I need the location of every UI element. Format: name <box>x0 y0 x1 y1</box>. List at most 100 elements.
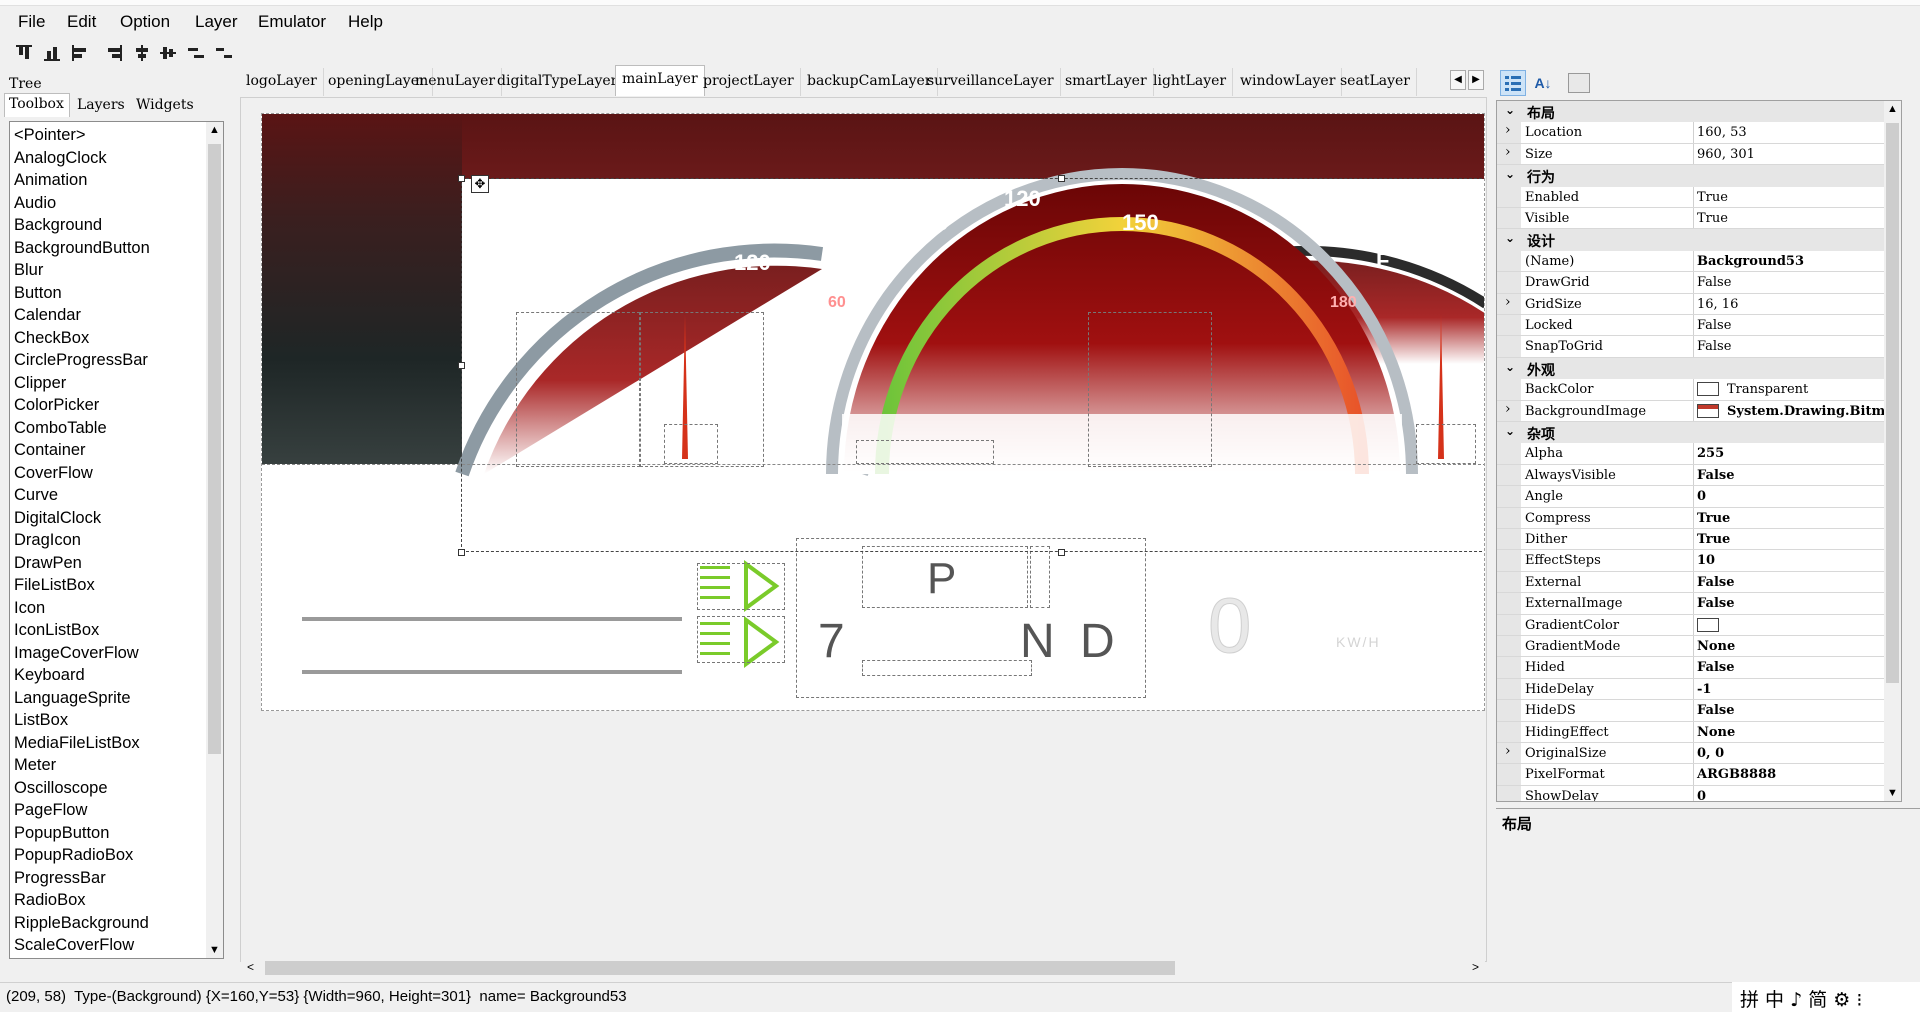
property-value[interactable]: False <box>1697 275 1731 290</box>
column-divider[interactable] <box>1693 464 1694 486</box>
prop-scroll-up-icon[interactable]: ▲ <box>1887 103 1898 115</box>
design-surface[interactable]: 90 120 150 120 60 180 F P 7 N D 0 KW/H ✥ <box>261 113 1485 711</box>
expand-chevron-icon[interactable]: › <box>1497 122 1521 143</box>
property-value[interactable]: False <box>1697 660 1734 675</box>
property-row[interactable]: › OriginalSize 0, 0 <box>1497 743 1901 765</box>
toolbox-item[interactable]: DrawPen <box>14 552 82 574</box>
layer-tab-mainLayer[interactable]: mainLayer <box>615 65 705 96</box>
layer-tab-windowLayer[interactable]: windowLayer <box>1234 68 1343 96</box>
layer-tab-logoLayer[interactable]: logoLayer <box>240 68 324 96</box>
toolbox-item[interactable]: BackgroundButton <box>14 237 150 259</box>
column-divider[interactable] <box>1693 400 1694 421</box>
property-row[interactable]: BackColor Transparent <box>1497 379 1901 401</box>
menu-option[interactable]: Option <box>120 12 170 32</box>
column-divider[interactable] <box>1693 293 1694 314</box>
toolbox-item[interactable]: Keyboard <box>14 664 85 686</box>
column-divider[interactable] <box>1693 315 1694 336</box>
toolbox-item[interactable]: Background <box>14 214 102 236</box>
tab-layers[interactable]: Layers <box>77 97 125 113</box>
property-value[interactable]: None <box>1697 725 1735 740</box>
resize-handle-ml[interactable] <box>458 362 465 369</box>
menu-file[interactable]: File <box>18 12 45 32</box>
column-divider[interactable] <box>1693 721 1694 742</box>
gear-bar-outline[interactable] <box>1030 546 1050 608</box>
toolbox-item[interactable]: CheckBox <box>14 327 89 349</box>
layer-tab-backupCamLayer[interactable]: backupCamLayer <box>801 68 939 96</box>
column-divider[interactable] <box>1693 208 1694 229</box>
toolbox-item[interactable]: ColorPicker <box>14 394 99 416</box>
column-divider[interactable] <box>1693 593 1694 614</box>
property-category[interactable]: ⌄ 杂项 <box>1497 422 1901 444</box>
scroll-left-icon[interactable]: < <box>247 960 254 974</box>
layer-tab-projectLayer[interactable]: projectLayer <box>697 68 801 96</box>
toolbox-item[interactable]: AnalogClock <box>14 147 107 169</box>
property-value[interactable]: -1 <box>1697 682 1711 697</box>
toolbox-item[interactable]: LanguageSprite <box>14 687 131 709</box>
column-divider[interactable] <box>1693 336 1694 357</box>
toolbox-item[interactable]: Icon <box>14 597 45 619</box>
column-divider[interactable] <box>1693 657 1694 678</box>
property-value[interactable]: True <box>1697 190 1728 205</box>
toolbox-item[interactable]: DragIcon <box>14 529 81 551</box>
canvas-scroll-thumb[interactable] <box>265 961 1175 975</box>
column-divider[interactable] <box>1693 486 1694 507</box>
property-value[interactable]: 160, 53 <box>1697 125 1747 140</box>
property-value[interactable]: 255 <box>1697 446 1724 461</box>
align-left-icon[interactable] <box>72 45 92 63</box>
menu-layer[interactable]: Layer <box>195 12 238 32</box>
expand-chevron-icon[interactable]: › <box>1497 743 1521 764</box>
property-category[interactable]: ⌄ 布局 <box>1497 101 1901 123</box>
layer-tab-surveillanceLayer[interactable]: surveillanceLayer <box>921 68 1061 96</box>
toolbox-item[interactable]: IconListBox <box>14 619 99 641</box>
toolbox-item[interactable]: ProgressBar <box>14 867 106 889</box>
toolbox-item[interactable]: Blur <box>14 259 43 281</box>
toolbox-item[interactable]: CoverFlow <box>14 462 93 484</box>
property-value[interactable]: 16, 16 <box>1697 297 1738 312</box>
property-value[interactable]: Transparent <box>1727 382 1808 397</box>
property-row[interactable]: ShowDelay 0 <box>1497 785 1901 801</box>
property-value[interactable]: None <box>1697 639 1735 654</box>
toolbox-item[interactable]: Animation <box>14 169 87 191</box>
column-divider[interactable] <box>1693 764 1694 785</box>
menu-edit[interactable]: Edit <box>67 12 96 32</box>
property-table[interactable]: ⌄ 布局 › Location 160, 53 › Size 960, 301 ⌄ 行为 Enabl… <box>1496 100 1902 802</box>
canvas-horizontal-scrollbar[interactable]: < > <box>241 958 1485 978</box>
toolbox-item[interactable]: CircleProgressBar <box>14 349 148 371</box>
toolbox-item[interactable]: ComboTable <box>14 417 107 439</box>
property-row[interactable]: GradientMode None <box>1497 636 1901 658</box>
property-row[interactable]: (Name) Background53 <box>1497 250 1901 273</box>
align-bottom-icon[interactable] <box>44 45 64 63</box>
column-divider[interactable] <box>1693 272 1694 293</box>
column-divider[interactable] <box>1693 443 1694 464</box>
collapse-chevron-icon[interactable]: ⌄ <box>1505 167 1515 181</box>
layer-tab-menuLayer[interactable]: menuLayer <box>409 68 503 96</box>
resize-handle-tl[interactable] <box>458 175 465 182</box>
tab-widgets[interactable]: Widgets <box>136 97 194 113</box>
property-row[interactable]: Alpha 255 <box>1497 443 1901 465</box>
property-row[interactable]: AlwaysVisible False <box>1497 464 1901 487</box>
column-divider[interactable] <box>1693 122 1694 143</box>
expand-chevron-icon[interactable]: › <box>1497 143 1521 165</box>
toolbox-item[interactable]: <Pointer> <box>14 124 86 146</box>
toolbox-item[interactable]: ListBox <box>14 709 68 731</box>
collapse-chevron-icon[interactable]: ⌄ <box>1505 231 1515 245</box>
expand-chevron-icon[interactable]: › <box>1497 293 1521 314</box>
toolbox-item[interactable]: Container <box>14 439 86 461</box>
tab-scroll-left-icon[interactable]: ◀ <box>1450 70 1466 90</box>
collapse-chevron-icon[interactable]: ⌄ <box>1505 360 1515 374</box>
property-row[interactable]: EffectSteps 10 <box>1497 550 1901 572</box>
toolbox-item[interactable]: DigitalClock <box>14 507 101 529</box>
toolbox-item[interactable]: ScaleCoverFlow <box>14 934 134 956</box>
property-value[interactable]: System.Drawing.Bitm <box>1727 404 1885 419</box>
property-row[interactable]: GradientColor <box>1497 614 1901 636</box>
column-divider[interactable] <box>1693 529 1694 550</box>
ime-toolbar[interactable]: 拼 中 ♪ 简 ⚙ ⁝ <box>1732 982 1920 1012</box>
property-value[interactable]: True <box>1697 511 1730 526</box>
toolbox-item[interactable]: MediaFileListBox <box>14 732 140 754</box>
property-value[interactable]: True <box>1697 211 1728 226</box>
property-row[interactable]: Hided False <box>1497 657 1901 679</box>
property-row[interactable]: HidingEffect None <box>1497 721 1901 743</box>
toolbox-item[interactable]: Oscilloscope <box>14 777 108 799</box>
align-center-icon[interactable] <box>134 45 154 63</box>
column-divider[interactable] <box>1693 186 1694 207</box>
